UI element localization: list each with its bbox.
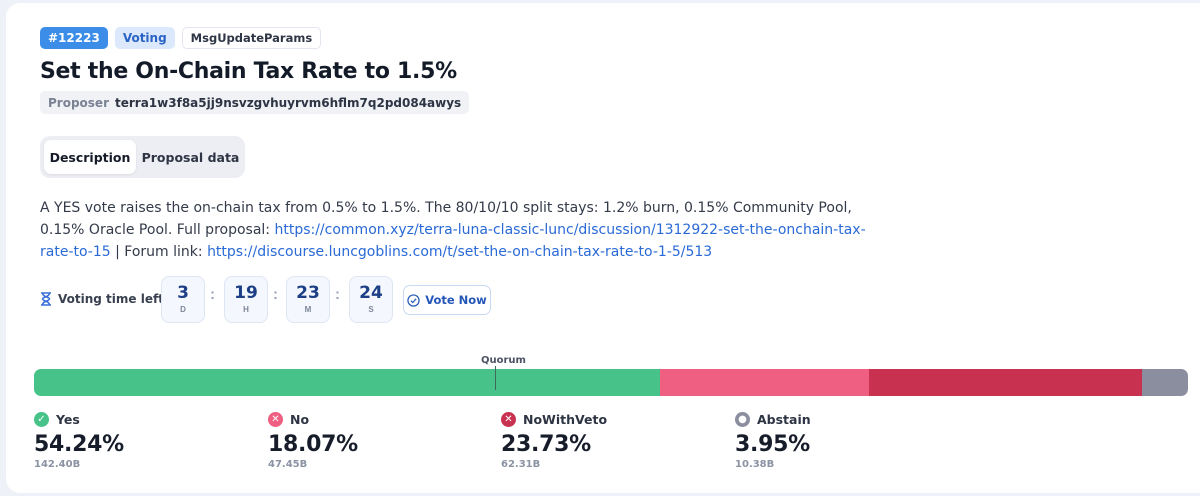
vote-now-button[interactable]: Vote Now <box>403 285 491 315</box>
proposer-address[interactable]: terra1w3f8a5jj9nsvzgvhuyrvm6hflm7q2pd084… <box>115 96 461 110</box>
proposal-id-badge: #12223 <box>40 27 108 49</box>
tally-stat-no: ✕ No 18.07% 47.45B <box>268 412 488 470</box>
tally-percent: 3.95% <box>735 432 810 457</box>
proposer-label: Proposer <box>48 95 109 110</box>
page-title: Set the On-Chain Tax Rate to 1.5% <box>40 59 457 84</box>
tag-row: #12223 Voting MsgUpdateParams <box>40 27 322 49</box>
status-badge: Voting <box>114 27 175 49</box>
check-circle-icon <box>407 293 420 307</box>
check-icon: ✓ <box>34 412 49 427</box>
timer-colon: : <box>335 286 340 303</box>
tally-stat-header: ✕ No <box>268 412 488 427</box>
tally-percent: 23.73% <box>501 432 591 457</box>
tally-label: No <box>290 412 310 427</box>
timer-seconds: 24 S <box>349 276 393 323</box>
tally-segment-abstain <box>1142 369 1188 396</box>
tally-label: Yes <box>56 412 80 427</box>
tally-stat-yes: ✓ Yes 54.24% 142.40B <box>34 412 254 470</box>
tally-stat-header: ● Abstain <box>735 412 955 427</box>
tab-bar: Description Proposal data <box>40 136 245 178</box>
quorum-label: Quorum <box>481 355 526 366</box>
tally-stat-abstain: ● Abstain 3.95% 10.38B <box>735 412 955 470</box>
forum-link[interactable]: https://discourse.luncgoblins.com/t/set-… <box>207 244 712 260</box>
tally-bar <box>34 369 1188 396</box>
tally-amount: 47.45B <box>268 459 308 470</box>
timer-days-unit: D <box>180 305 186 314</box>
tally-amount: 62.31B <box>501 459 541 470</box>
tally-stat-header: ✕ NoWithVeto <box>501 412 721 427</box>
timer-label-text: Voting time left <box>58 292 164 306</box>
vote-now-label: Vote Now <box>425 293 487 307</box>
timer-colon: : <box>273 286 278 303</box>
tally-label: Abstain <box>757 412 811 427</box>
quorum-marker <box>495 366 496 390</box>
tally-amount: 142.40B <box>34 459 81 470</box>
proposer-chip: Proposer terra1w3f8a5jj9nsvzgvhuyrvm6hfl… <box>40 91 470 114</box>
x-icon: ✕ <box>268 412 283 427</box>
hourglass-icon <box>41 292 51 306</box>
tally-percent: 18.07% <box>268 432 358 457</box>
proposal-description: A YES vote raises the on-chain tax from … <box>40 197 870 263</box>
message-type-badge: MsgUpdateParams <box>181 27 322 49</box>
timer-hours: 19 H <box>224 276 268 323</box>
tally-stat-nowithveto: ✕ NoWithVeto 23.73% 62.31B <box>501 412 721 470</box>
timer-seconds-unit: S <box>368 305 374 314</box>
tab-proposal-data[interactable]: Proposal data <box>140 140 241 174</box>
tally-percent: 54.24% <box>34 432 124 457</box>
timer-days-value: 3 <box>177 283 189 303</box>
timer-minutes-value: 23 <box>296 283 320 303</box>
description-separator: | Forum link: <box>110 244 208 260</box>
tally-stat-header: ✓ Yes <box>34 412 254 427</box>
tally-segment-nowithveto <box>868 369 1143 396</box>
tab-description[interactable]: Description <box>44 140 136 174</box>
timer-minutes-unit: M <box>304 305 312 314</box>
tally-segment-no <box>659 369 869 396</box>
timer-colon: : <box>210 286 215 303</box>
dot-icon: ● <box>735 412 750 427</box>
tally-segment-yes <box>34 369 660 396</box>
tally-amount: 10.38B <box>735 459 775 470</box>
tally-label: NoWithVeto <box>523 412 608 427</box>
timer-hours-value: 19 <box>234 283 258 303</box>
timer-label: Voting time left <box>40 292 164 306</box>
timer-minutes: 23 M <box>286 276 330 323</box>
timer-seconds-value: 24 <box>359 283 383 303</box>
x-icon: ✕ <box>501 412 516 427</box>
timer-hours-unit: H <box>243 305 249 314</box>
timer-days: 3 D <box>161 276 205 323</box>
